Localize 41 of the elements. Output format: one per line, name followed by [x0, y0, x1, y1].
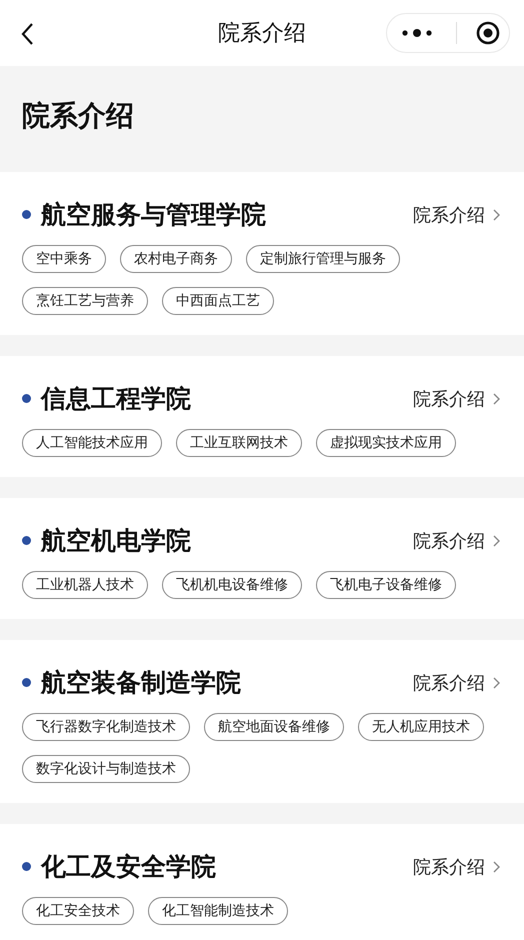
major-tag[interactable]: 化工安全技术	[22, 897, 134, 925]
major-tag[interactable]: 数字化设计与制造技术	[22, 755, 190, 783]
major-tag[interactable]: 烹饪工艺与营养	[22, 287, 148, 315]
major-tag[interactable]: 虚拟现实技术应用	[316, 429, 456, 457]
section-heading: 院系介绍	[22, 98, 134, 134]
chevron-right-icon[interactable]	[493, 534, 500, 546]
major-tag[interactable]: 定制旅行管理与服务	[246, 245, 400, 273]
department-name: 信息工程学院	[41, 383, 191, 415]
major-tag[interactable]: 工业互联网技术	[176, 429, 302, 457]
major-tag[interactable]: 飞机机电设备维修	[162, 571, 302, 599]
major-tag[interactable]: 无人机应用技术	[358, 713, 484, 741]
major-tag[interactable]: 航空地面设备维修	[204, 713, 344, 741]
chevron-right-icon[interactable]	[493, 208, 500, 220]
department-name: 航空机电学院	[41, 525, 191, 557]
department-intro-link[interactable]: 院系介绍	[413, 854, 485, 878]
bullet-icon	[22, 210, 31, 219]
department-intro-link[interactable]: 院系介绍	[413, 386, 485, 410]
major-tag[interactable]: 工业机器人技术	[22, 571, 148, 599]
bullet-icon	[22, 394, 31, 403]
close-icon[interactable]	[476, 21, 500, 45]
major-tag[interactable]: 中西面点工艺	[162, 287, 274, 315]
department-intro-link[interactable]: 院系介绍	[413, 528, 485, 552]
bullet-icon	[22, 678, 31, 687]
major-tag[interactable]: 飞机电子设备维修	[316, 571, 456, 599]
chevron-right-icon[interactable]	[493, 676, 500, 688]
bullet-icon	[22, 862, 31, 871]
page-title: 院系介绍	[218, 20, 306, 48]
major-tag[interactable]: 空中乘务	[22, 245, 106, 273]
department-intro-link[interactable]: 院系介绍	[413, 670, 485, 694]
major-tag[interactable]: 人工智能技术应用	[22, 429, 162, 457]
major-tag[interactable]: 化工智能制造技术	[148, 897, 288, 925]
major-tag[interactable]: 飞行器数字化制造技术	[22, 713, 190, 741]
chevron-right-icon[interactable]	[493, 860, 500, 872]
department-intro-link[interactable]: 院系介绍	[413, 202, 485, 226]
department-name: 化工及安全学院	[41, 851, 216, 883]
department-name: 航空服务与管理学院	[41, 199, 266, 231]
department-name: 航空装备制造学院	[41, 667, 241, 699]
bullet-icon	[22, 536, 31, 545]
major-tag[interactable]: 农村电子商务	[120, 245, 232, 273]
chevron-right-icon[interactable]	[493, 392, 500, 404]
back-icon[interactable]	[20, 22, 34, 46]
